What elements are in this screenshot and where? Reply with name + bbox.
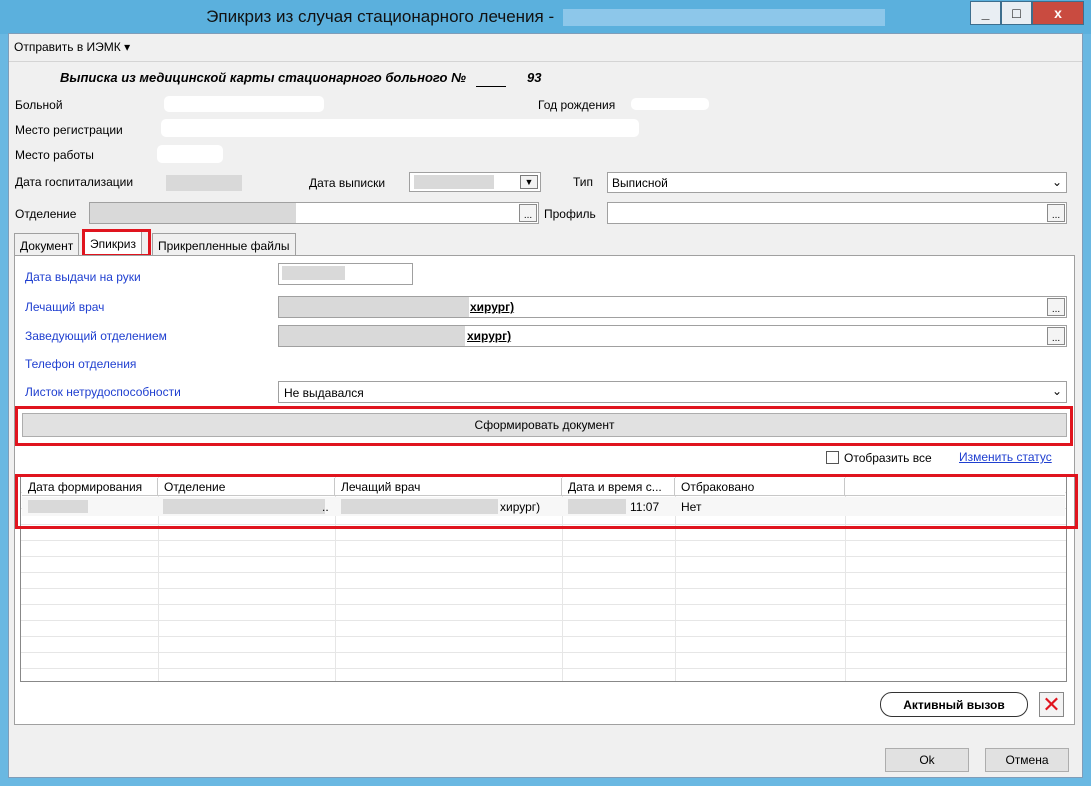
department-lookup-button[interactable]: ... (519, 204, 537, 222)
cancel-button[interactable]: Отмена (985, 748, 1069, 772)
form-heading: Выписка из медицинской карты стационарно… (60, 70, 466, 85)
head-field[interactable]: хирург) ... (278, 325, 1067, 347)
doctor-value-redacted (279, 297, 469, 317)
registration-label: Место регистрации (15, 123, 123, 137)
ok-button[interactable]: Ok (885, 748, 969, 772)
redacted-patient-name (562, 9, 885, 27)
birth-year-label: Год рождения (538, 98, 616, 112)
discharge-date-label: Дата выписки (309, 176, 386, 190)
patient-value-redacted (164, 96, 324, 112)
doctor-lookup-button[interactable]: ... (1047, 298, 1065, 316)
change-status-link[interactable]: Изменить статус (959, 450, 1052, 464)
head-value-redacted (279, 326, 465, 346)
profile-field[interactable]: ... (607, 202, 1067, 224)
work-label: Место работы (15, 148, 94, 162)
show-all-label: Отобразить все (844, 451, 932, 465)
type-label: Тип (573, 175, 594, 189)
window-title-text: Эпикриз из случая стационарного лечения … (206, 7, 559, 26)
phone-label: Телефон отделения (25, 357, 137, 371)
send-to-iemk-menu[interactable]: Отправить в ИЭМК ▾ (14, 40, 130, 54)
send-to-iemk-label: Отправить в ИЭМК (14, 40, 121, 54)
registration-value-redacted (161, 119, 639, 137)
head-label: Заведующий отделением (25, 329, 167, 343)
admission-date-label: Дата госпитализации (15, 175, 134, 189)
dropdown-arrow-icon: ▾ (124, 40, 131, 54)
tab-attached-files[interactable]: Прикрепленные файлы (152, 233, 296, 256)
chevron-down-icon: ⌄ (1052, 384, 1063, 398)
profile-label: Профиль (544, 207, 596, 221)
close-button[interactable]: x (1032, 1, 1084, 25)
head-lookup-button[interactable]: ... (1047, 327, 1065, 345)
close-x-icon[interactable]: ✕ (1039, 692, 1064, 717)
patient-label: Больной (15, 98, 63, 112)
active-call-button[interactable]: Активный вызов (880, 692, 1028, 717)
sick-leave-value: Не выдавался (284, 386, 364, 400)
show-all-checkbox[interactable] (826, 451, 839, 464)
window-title: Эпикриз из случая стационарного лечения … (0, 7, 1091, 27)
department-value-redacted (90, 203, 296, 223)
work-value-redacted (157, 145, 223, 163)
discharge-date-picker[interactable]: ▼ (409, 172, 541, 192)
profile-lookup-button[interactable]: ... (1047, 204, 1065, 222)
sick-leave-select[interactable]: Не выдавался ⌄ (278, 381, 1067, 403)
tab-document[interactable]: Документ (14, 233, 80, 256)
sick-leave-label: Листок нетрудоспособности (25, 385, 181, 399)
doctor-label: Лечащий врач (25, 300, 105, 314)
issue-date-label: Дата выдачи на руки (25, 270, 141, 284)
grid-highlight (15, 474, 1078, 529)
minimize-button[interactable]: _ (970, 1, 1001, 25)
generate-document-button[interactable]: Сформировать документ (22, 413, 1067, 437)
type-select[interactable]: Выписной ⌄ (607, 172, 1067, 193)
issue-date-value-redacted (282, 266, 345, 280)
admission-date-value-redacted (166, 175, 242, 191)
menu-divider (9, 61, 1082, 62)
issue-date-field[interactable] (278, 263, 413, 285)
maximize-button[interactable]: □ (1001, 1, 1032, 25)
chevron-down-icon: ⌄ (1052, 175, 1063, 189)
department-label: Отделение (15, 207, 77, 221)
heading-underline (476, 86, 506, 87)
discharge-date-value-redacted (414, 175, 494, 189)
tab-epicrisis-highlight (82, 229, 151, 257)
doctor-value-suffix: хирург) (470, 300, 515, 314)
department-field[interactable]: ... (89, 202, 539, 224)
birth-year-value-redacted (631, 98, 709, 110)
type-value: Выписной (612, 176, 668, 190)
card-number: 93 (527, 70, 542, 85)
chevron-down-icon[interactable]: ▼ (520, 175, 538, 189)
doctor-field[interactable]: хирург) ... (278, 296, 1067, 318)
head-value-suffix: хирург) (467, 329, 512, 343)
